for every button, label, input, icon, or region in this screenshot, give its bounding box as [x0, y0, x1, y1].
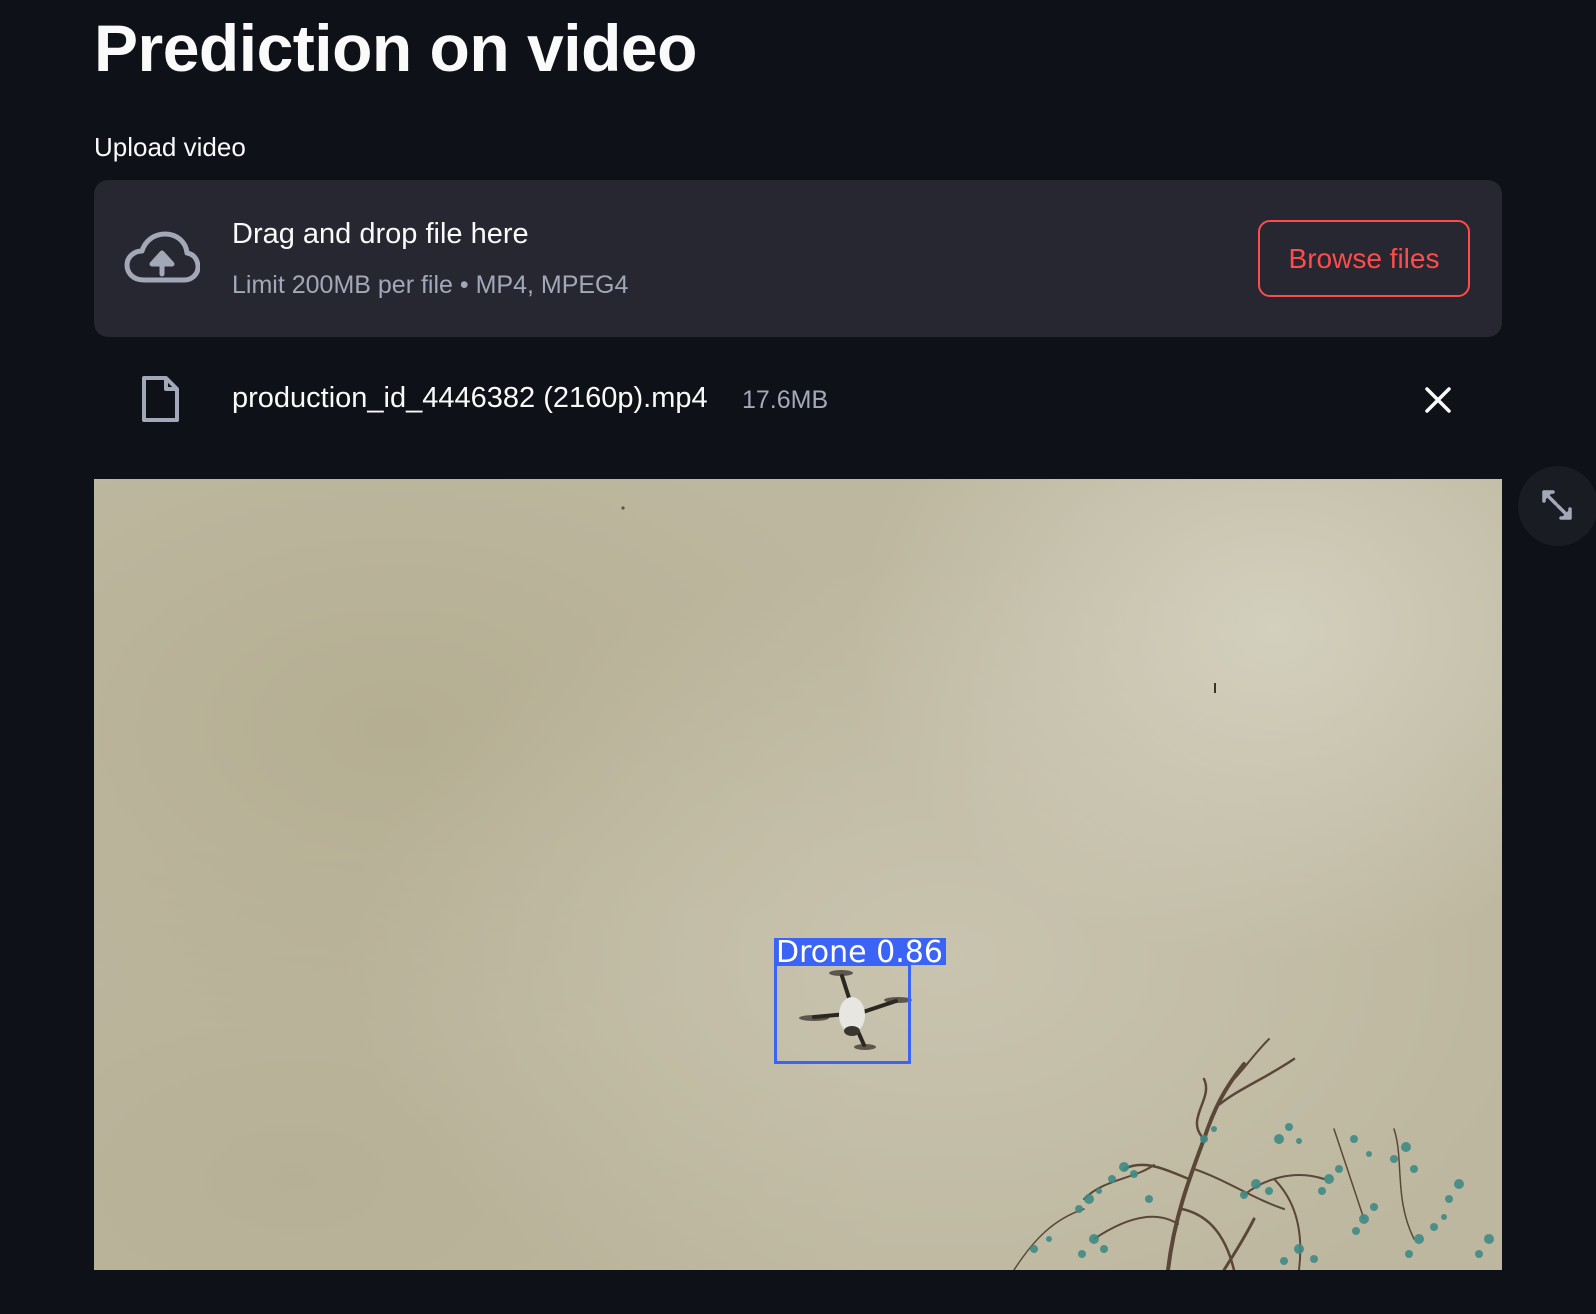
- file-icon: [142, 376, 179, 422]
- cloud-upload-icon: [124, 231, 200, 283]
- video-frame-image: [621, 506, 1494, 1270]
- tree-branches: [1013, 1038, 1415, 1270]
- detection-label: Drone 0.86: [774, 938, 946, 965]
- upload-label: Upload video: [94, 132, 246, 162]
- fullscreen-button[interactable]: [1518, 466, 1596, 546]
- file-limit-text: Limit 200MB per file • MP4, MPEG4: [232, 271, 629, 299]
- browse-files-button[interactable]: Browse files: [1258, 220, 1470, 297]
- detection-bounding-box: [774, 963, 911, 1064]
- page-title: Prediction on video: [94, 11, 697, 85]
- uploaded-file-size: 17.6MB: [742, 386, 829, 414]
- remove-file-button[interactable]: [1416, 378, 1460, 422]
- tree-leaves: [1030, 1123, 1494, 1265]
- page: Prediction on video Upload video Drag an…: [0, 0, 1596, 1314]
- uploaded-file-name: production_id_4446382 (2160p).mp4: [232, 382, 708, 414]
- close-icon: [1425, 387, 1451, 413]
- dropzone-instructions: Drag and drop file here: [232, 218, 529, 250]
- expand-icon: [1542, 490, 1572, 520]
- file-dropzone[interactable]: Drag and drop file here Limit 200MB per …: [94, 180, 1502, 337]
- video-player[interactable]: Drone 0.86: [94, 479, 1502, 1270]
- uploaded-file-row: production_id_4446382 (2160p).mp4 17.6MB: [94, 360, 1502, 440]
